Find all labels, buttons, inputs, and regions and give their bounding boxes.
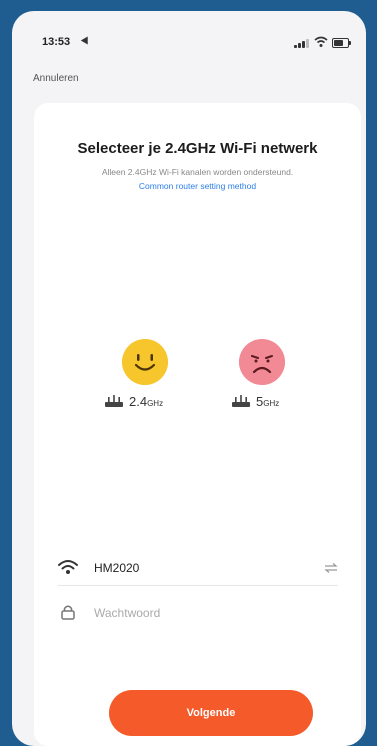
network-name-value: HM2020 [94,561,140,575]
band-support-note: Alleen 2.4GHz Wi-Fi kanalen worden onder… [101,167,294,177]
router-icon [232,395,250,407]
wifi-setup-card: Selecteer je 2.4GHz Wi-Fi netwerk Alleen… [34,103,361,746]
switch-network-icon[interactable] [324,563,338,573]
next-button[interactable]: Volgende [109,690,313,736]
sad-face-icon [239,339,285,385]
status-bar: 13:53 [12,11,366,71]
wifi-status-icon [314,36,328,47]
password-field[interactable]: Wachtwoord [58,596,338,630]
router-icon [105,395,123,407]
band-2-4ghz: 2.4GHz [104,391,163,411]
network-name-field[interactable]: HM2020 [58,551,338,586]
cancel-button[interactable]: Annuleren [33,73,79,84]
status-time: 13:53 [42,36,71,48]
band-value: 2.4 [129,393,148,409]
phone-screen: 13:53 Annuleren Selecteer je 2.4GHz Wi-F… [12,11,366,746]
band-unit: GHz [147,398,164,408]
band-unit: GHz [263,398,280,408]
battery-icon [332,38,351,48]
page-title: Selecteer je 2.4GHz Wi-Fi netwerk [77,140,318,157]
band-5ghz: 5GHz [231,391,279,411]
happy-face-icon [122,339,168,385]
cellular-signal-icon [294,39,310,48]
password-placeholder: Wachtwoord [94,606,161,620]
router-help-link[interactable]: Common router setting method [34,181,361,191]
location-arrow-icon [80,36,92,47]
lock-icon [61,605,75,620]
wifi-icon [58,560,78,574]
